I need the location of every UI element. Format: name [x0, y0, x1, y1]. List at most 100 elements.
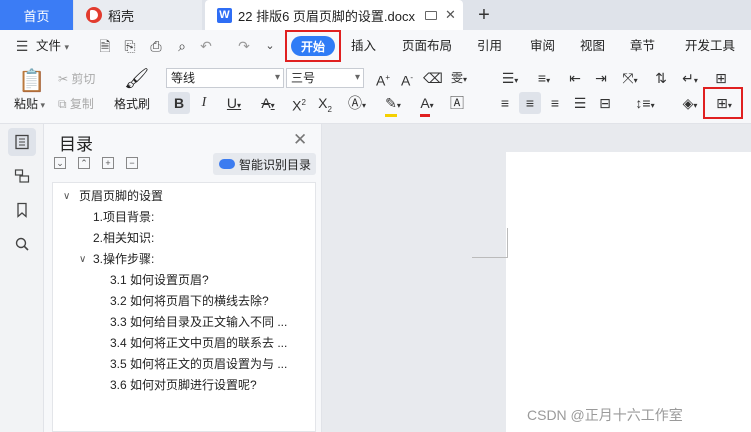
print-icon[interactable]: ⎙: [148, 38, 164, 54]
font-size-select[interactable]: 三号: [286, 68, 364, 88]
toc-item[interactable]: 2.相关知识:: [53, 228, 315, 249]
italic-icon[interactable]: I: [193, 92, 215, 114]
line-spacing-icon[interactable]: ↕≡▾: [630, 92, 660, 114]
menu-view[interactable]: 视图: [580, 36, 605, 56]
superscript-icon[interactable]: X2: [288, 92, 310, 114]
toc-item-label: 3.6 如何对页脚进行设置呢?: [110, 378, 257, 392]
toc-panel-title: 目录: [59, 135, 93, 154]
toc-item[interactable]: 3.5 如何将正文的页眉设置为与 ...: [53, 354, 315, 375]
menu-file-label: 文件: [36, 39, 62, 53]
undo-icon[interactable]: ↶: [198, 38, 214, 54]
char-border-icon[interactable]: 🄰: [446, 92, 468, 114]
add-heading-icon[interactable]: +: [102, 157, 114, 169]
bullet-list-icon[interactable]: ☰▾: [496, 67, 524, 89]
export-icon[interactable]: ⎘: [122, 38, 138, 54]
toc-item[interactable]: 3.1 如何设置页眉?: [53, 270, 315, 291]
font-color-icon[interactable]: A▾: [412, 92, 442, 117]
menu-review[interactable]: 审阅: [530, 36, 555, 56]
tab-daoke-label: 稻壳: [108, 8, 135, 24]
chinese-layout-icon[interactable]: ⤧▾: [616, 67, 644, 89]
chevron-down-icon[interactable]: ∨: [79, 249, 86, 270]
smart-detect-toc-button[interactable]: 智能识别目录: [213, 153, 316, 175]
increase-font-icon[interactable]: A+: [372, 67, 394, 89]
font-name-select[interactable]: 等线: [166, 68, 284, 88]
tab-document[interactable]: W 22 排版6 页眉页脚的设置.docx ✕: [205, 0, 463, 30]
document-canvas[interactable]: [322, 124, 751, 432]
toc-item[interactable]: 1.项目背景:: [53, 207, 315, 228]
format-painter-button[interactable]: 格式刷: [114, 95, 150, 112]
align-right-icon[interactable]: ≡: [544, 92, 566, 114]
tab-stops-icon[interactable]: ⊞: [710, 67, 732, 89]
expand-all-icon[interactable]: ⌃: [78, 157, 90, 169]
tab-home[interactable]: 首页: [0, 0, 73, 30]
toc-item-label: 页眉页脚的设置: [79, 189, 164, 203]
shading-icon[interactable]: ◈▾: [676, 92, 704, 114]
toc-item-label: 3.5 如何将正文的页眉设置为与 ...: [110, 357, 288, 371]
monitor-icon[interactable]: [425, 10, 437, 20]
font-name-value: 等线: [171, 71, 196, 85]
menu-chapter[interactable]: 章节: [630, 36, 655, 56]
toc-list: ∨ 页眉页脚的设置 1.项目背景: 2.相关知识: ∨ 3.操作步骤: 3.1 …: [52, 182, 316, 432]
decrease-font-icon[interactable]: A-: [396, 67, 418, 89]
increase-indent-icon[interactable]: ⇥: [590, 67, 612, 89]
close-icon[interactable]: ✕: [293, 130, 307, 150]
strikethrough-icon[interactable]: A▾: [254, 92, 282, 114]
copy-label: 复制: [69, 97, 94, 111]
paste-icon[interactable]: 📋: [18, 68, 45, 94]
navigation-icon[interactable]: [8, 162, 36, 190]
toc-item-label: 2.相关知识:: [93, 231, 155, 245]
text-effect-icon[interactable]: Ⓐ▾: [342, 92, 372, 114]
highlight-color-icon[interactable]: ✎▾: [378, 92, 408, 117]
close-tab-icon[interactable]: ✕: [445, 7, 456, 23]
menu-file[interactable]: 文件 ▾: [36, 36, 69, 56]
chevron-down-icon[interactable]: ∨: [63, 186, 70, 207]
menu-developer-tools[interactable]: 开发工具: [685, 36, 735, 56]
toc-item[interactable]: ∨ 页眉页脚的设置: [53, 186, 315, 207]
new-tab-button[interactable]: +: [472, 0, 496, 30]
menu-page-layout[interactable]: 页面布局: [402, 36, 452, 56]
paste-button[interactable]: 粘贴 ▾: [14, 95, 45, 112]
tab-home-label: 首页: [23, 8, 50, 24]
remove-heading-icon[interactable]: −: [126, 157, 138, 169]
menu-references[interactable]: 引用: [477, 36, 502, 56]
redo-icon[interactable]: ↷: [236, 38, 252, 54]
toc-item-label: 3.4 如何将正文中页眉的联系去 ...: [110, 336, 288, 350]
page-margin-corner-mark: [472, 228, 508, 258]
copy-button[interactable]: ⧉ 复制: [58, 95, 94, 112]
cut-button[interactable]: ✂ 剪切: [58, 70, 95, 87]
subscript-icon[interactable]: X2: [314, 92, 336, 114]
bookmark-icon[interactable]: [8, 196, 36, 224]
csdn-watermark: CSDN @正月十六工作室: [527, 407, 683, 423]
print-preview-icon[interactable]: ⌕: [174, 38, 190, 54]
more-chevron-icon[interactable]: ⌄: [262, 38, 278, 54]
tab-daoke[interactable]: 稻壳: [74, 0, 202, 30]
numbered-list-icon[interactable]: ≡▾: [530, 67, 558, 89]
underline-icon[interactable]: U▾: [220, 92, 248, 114]
toc-panel-icon[interactable]: [8, 128, 36, 156]
toc-item-label: 3.3 如何给目录及正文输入不同 ...: [110, 315, 288, 329]
format-painter-icon[interactable]: 🖌: [124, 66, 149, 91]
show-marks-icon[interactable]: ↵▾: [676, 67, 704, 89]
hamburger-menu-icon[interactable]: ☰: [14, 38, 30, 54]
title-tab-bar: 首页 稻壳 W 22 排版6 页眉页脚的设置.docx ✕ +: [0, 0, 751, 30]
align-left-icon[interactable]: ≡: [494, 92, 516, 114]
document-page[interactable]: [506, 152, 751, 432]
toc-item[interactable]: ∨ 3.操作步骤:: [53, 249, 315, 270]
search-icon[interactable]: [8, 230, 36, 258]
clear-format-icon[interactable]: ⌫: [422, 67, 444, 89]
justify-icon[interactable]: ☰: [569, 92, 591, 114]
decrease-indent-icon[interactable]: ⇤: [564, 67, 586, 89]
distributed-align-icon[interactable]: ⊟: [594, 92, 616, 114]
sort-icon[interactable]: ⇅: [650, 67, 672, 89]
toc-item[interactable]: 3.2 如何将页眉下的横线去除?: [53, 291, 315, 312]
ribbon-toolbar: 📋 粘贴 ▾ ✂ 剪切 ⧉ 复制 🖌 格式刷 等线 三号 A+ A- ⌫ 雯▾ …: [0, 62, 751, 124]
phonetic-guide-icon[interactable]: 雯▾: [448, 67, 470, 89]
toc-item[interactable]: 3.6 如何对页脚进行设置呢?: [53, 375, 315, 396]
collapse-all-icon[interactable]: ⌄: [54, 157, 66, 169]
menu-insert[interactable]: 插入: [351, 36, 376, 56]
align-center-icon[interactable]: ≡: [519, 92, 541, 114]
toc-item[interactable]: 3.4 如何将正文中页眉的联系去 ...: [53, 333, 315, 354]
bold-icon[interactable]: B: [168, 92, 190, 114]
save-icon[interactable]: 🗎: [97, 38, 113, 54]
toc-item[interactable]: 3.3 如何给目录及正文输入不同 ...: [53, 312, 315, 333]
